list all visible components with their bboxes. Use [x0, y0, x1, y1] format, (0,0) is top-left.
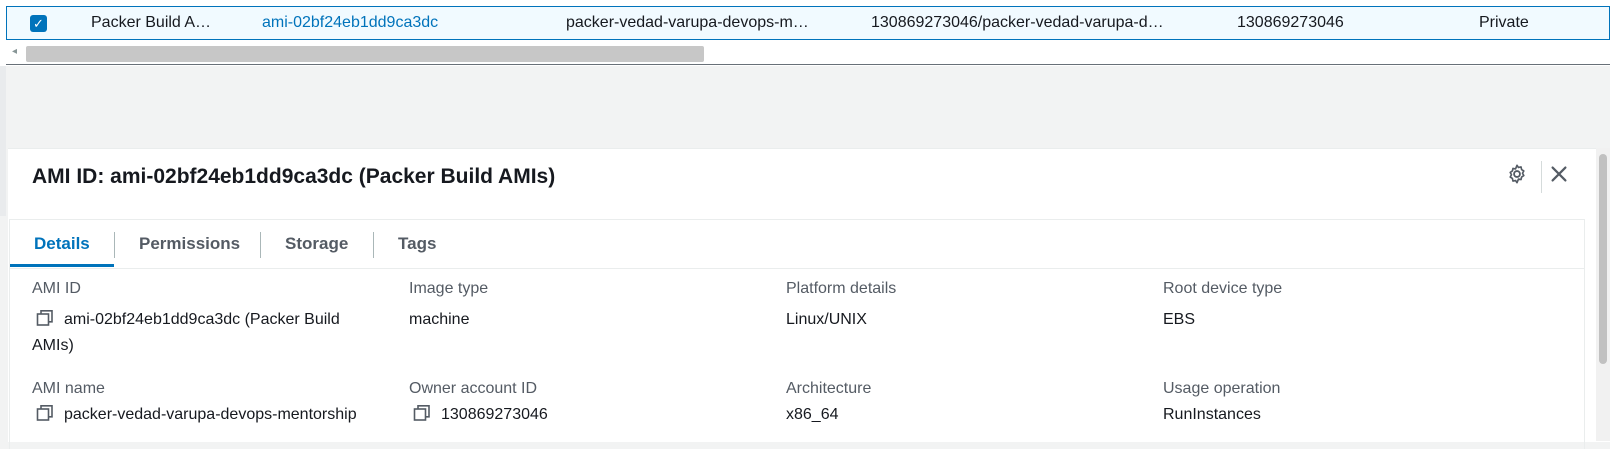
field-owner-account-id: Owner account ID 130869273046 — [409, 380, 548, 428]
copy-icon[interactable] — [413, 404, 431, 422]
field-value: packer-vedad-varupa-devops-mentorship — [32, 402, 402, 428]
tabs-container: Details Permissions Storage Tags AMI ID … — [9, 219, 1585, 449]
field-value: EBS — [1163, 311, 1196, 328]
cell-ami-name: packer-vedad-varupa-devops-m… — [566, 14, 809, 31]
tab-details[interactable]: Details — [10, 220, 114, 267]
header-divider — [1541, 161, 1542, 193]
ami-name-value: packer-vedad-varupa-devops-mentorship — [64, 406, 357, 423]
horizontal-scrollbar[interactable]: ◂ — [6, 44, 1610, 65]
cell-visibility: Private — [1479, 14, 1529, 31]
field-value: x86_64 — [786, 406, 839, 423]
left-border — [0, 66, 6, 216]
field-label: AMI ID — [32, 280, 81, 297]
tab-tags[interactable]: Tags — [374, 220, 460, 267]
field-usage-operation: Usage operation RunInstances — [1163, 380, 1280, 428]
field-label: AMI name — [32, 380, 105, 397]
cell-owner: 130869273046 — [1237, 14, 1344, 31]
field-image-type: Image type machine — [409, 280, 488, 333]
field-value: machine — [409, 311, 470, 328]
field-label: Root device type — [1163, 280, 1283, 297]
ami-id-value: ami-02bf24eb1dd9ca3dc (Packer Build AMIs… — [32, 311, 340, 354]
tab-permissions[interactable]: Permissions — [115, 220, 264, 267]
row-checkbox[interactable]: ✓ — [30, 15, 47, 32]
field-value: Linux/UNIX — [786, 311, 867, 328]
field-label: Owner account ID — [409, 380, 538, 397]
copy-icon[interactable] — [36, 404, 54, 422]
field-label: Platform details — [786, 280, 897, 297]
scrollbar-thumb[interactable] — [26, 46, 704, 62]
field-value: 130869273046 — [409, 402, 548, 428]
cell-name: Packer Build A… — [91, 14, 212, 31]
field-label: Architecture — [786, 380, 872, 397]
field-value: ami-02bf24eb1dd9ca3dc (Packer Build AMIs… — [32, 307, 382, 359]
panel-title: AMI ID: ami-02bf24eb1dd9ca3dc (Packer Bu… — [32, 165, 556, 188]
field-value: RunInstances — [1163, 406, 1261, 423]
tab-bar: Details Permissions Storage Tags — [10, 220, 1584, 269]
field-platform-details: Platform details Linux/UNIX — [786, 280, 896, 333]
field-label: Image type — [409, 280, 489, 297]
owner-account-id-value: 130869273046 — [441, 406, 548, 423]
field-ami-name: AMI name packer-vedad-varupa-devops-ment… — [32, 380, 402, 428]
scrollbar-thumb[interactable] — [1599, 154, 1607, 364]
field-root-device-type: Root device type EBS — [1163, 280, 1282, 333]
field-label: Usage operation — [1163, 380, 1281, 397]
field-architecture: Architecture x86_64 — [786, 380, 871, 428]
field-ami-id: AMI ID ami-02bf24eb1dd9ca3dc (Packer Bui… — [32, 280, 382, 359]
close-icon[interactable] — [1548, 163, 1574, 189]
cell-ami-id-link[interactable]: ami-02bf24eb1dd9ca3dc — [262, 7, 472, 39]
ami-table: ✓ Packer Build A… ami-02bf24eb1dd9ca3dc … — [0, 0, 1610, 66]
cell-source: 130869273046/packer-vedad-varupa-d… — [871, 14, 1164, 31]
vertical-scrollbar[interactable] — [1596, 148, 1610, 441]
details-panel: AMI ID: ami-02bf24eb1dd9ca3dc (Packer Bu… — [8, 148, 1610, 449]
gear-icon[interactable] — [1506, 163, 1532, 189]
scroll-left-icon[interactable]: ◂ — [12, 46, 17, 57]
copy-icon[interactable] — [36, 309, 54, 327]
tab-storage[interactable]: Storage — [261, 220, 372, 267]
table-row[interactable]: ✓ Packer Build A… ami-02bf24eb1dd9ca3dc … — [6, 6, 1610, 40]
